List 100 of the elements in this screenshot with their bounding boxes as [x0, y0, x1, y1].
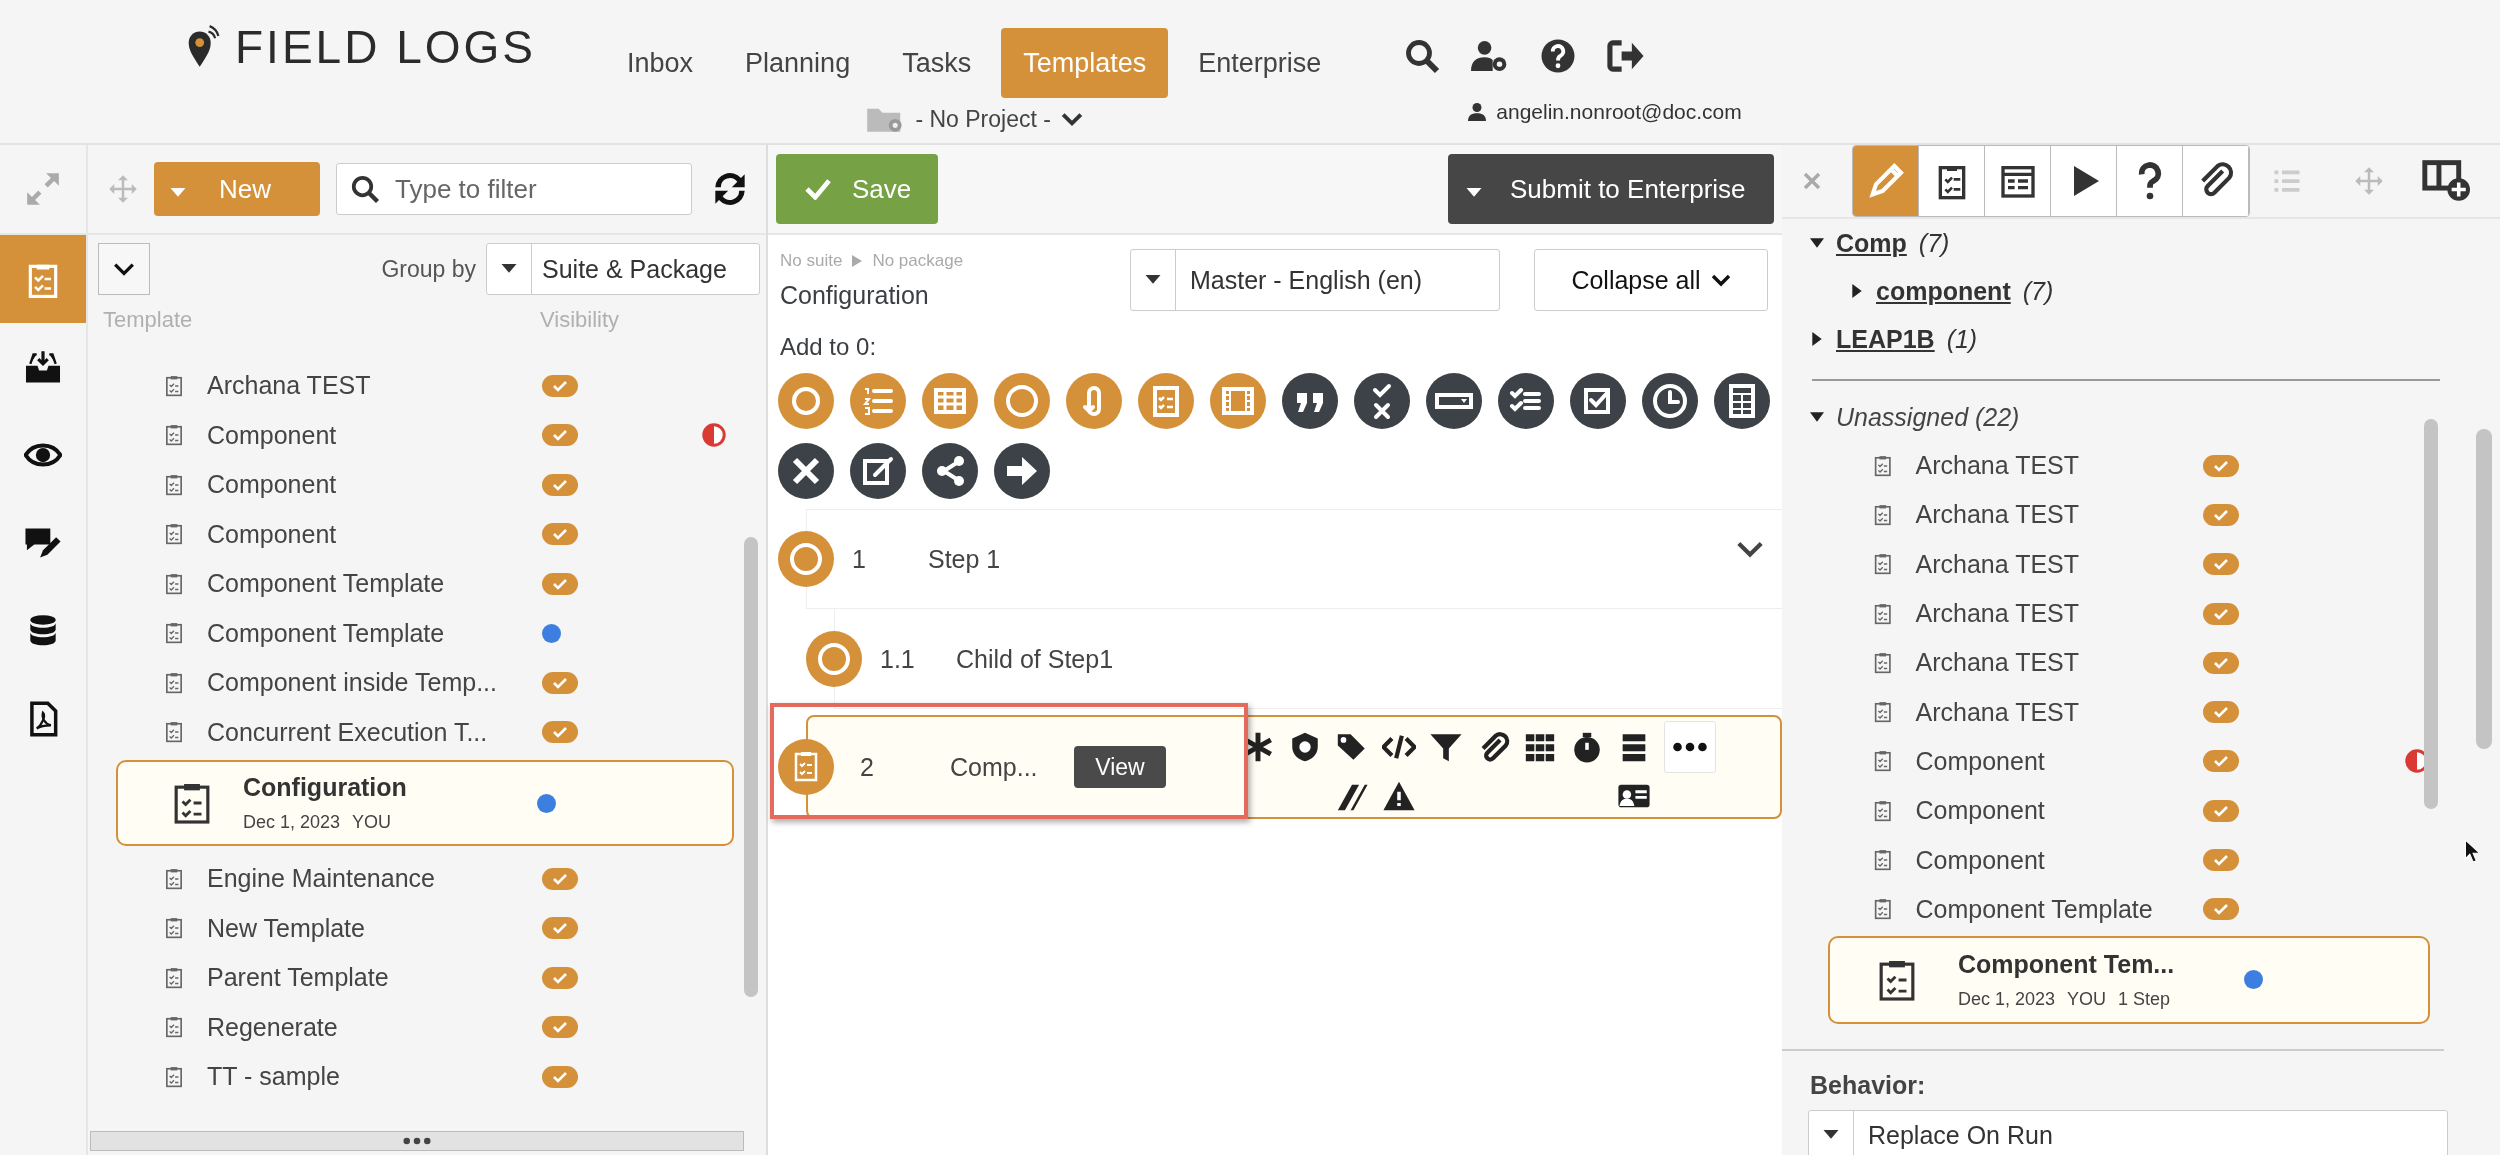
chevron-down-icon[interactable] [1736, 539, 1764, 559]
ring-icon[interactable] [994, 373, 1050, 429]
clock-icon[interactable] [1642, 373, 1698, 429]
collapse-all-button[interactable]: Collapse all [1534, 249, 1768, 311]
clipboard-icon [165, 1065, 183, 1088]
share-icon[interactable] [922, 443, 978, 499]
selected-template-card[interactable]: Configuration Dec 1, 2023 YOU [116, 760, 734, 846]
nav-tab[interactable]: Inbox [605, 28, 716, 98]
step-row[interactable]: 1.1 Child of Step1 [806, 609, 1782, 709]
group-link[interactable]: LEAP1B [1836, 324, 1935, 354]
group-by-select[interactable]: Suite & Package [486, 243, 760, 295]
template-row[interactable]: Component [88, 460, 748, 510]
group-count: (7) [1918, 228, 1950, 258]
table-icon[interactable] [922, 373, 978, 429]
project-selector[interactable]: - No Project - [859, 104, 1089, 134]
view-button[interactable]: View [1074, 746, 1166, 788]
step-number: 2 [860, 752, 875, 782]
scrollbar-thumb[interactable] [744, 537, 758, 997]
submit-button[interactable]: Submit to Enterprise [1448, 154, 1774, 224]
filter-field[interactable]: Type to filter [336, 163, 692, 215]
numbered-list-icon[interactable] [850, 373, 906, 429]
template-row[interactable]: Engine Maintenance [88, 854, 748, 904]
search-icon[interactable] [1403, 38, 1442, 74]
template-row[interactable]: Component [1782, 786, 2444, 836]
template-row[interactable]: New Template [88, 903, 748, 953]
checklist-tab[interactable] [1919, 146, 1985, 216]
caret-icon[interactable] [1810, 236, 1824, 250]
form-tab[interactable] [1985, 146, 2051, 216]
film-icon[interactable] [1210, 373, 1266, 429]
check-cross-icon[interactable] [1354, 373, 1410, 429]
collapse-toggle-button[interactable] [98, 243, 150, 295]
step-number: 1.1 [880, 644, 916, 674]
template-row[interactable]: Component Template [88, 608, 748, 658]
selected-template-card[interactable]: Component Tem... Dec 1, 2023 YOU 1 Step [1828, 935, 2430, 1024]
template-name: Archana TEST [207, 371, 372, 401]
add-column-icon[interactable] [2422, 159, 2470, 203]
nav-tab[interactable]: Tasks [880, 28, 994, 98]
template-row[interactable]: Component [88, 509, 748, 559]
caret-icon[interactable] [1850, 284, 1864, 298]
template-row[interactable]: Archana TEST [1782, 441, 2444, 491]
clipboard-icon [1874, 651, 1892, 674]
template-row[interactable]: Archana TEST [1782, 588, 2444, 639]
user-icon [1468, 103, 1487, 121]
clipboard-icon [165, 622, 183, 645]
template-row[interactable]: Component [1782, 835, 2444, 885]
caret-icon[interactable] [1810, 410, 1824, 424]
more-button[interactable] [1664, 721, 1716, 773]
caret-icon [501, 264, 517, 274]
run-tab[interactable] [2051, 146, 2117, 216]
template-row[interactable]: Component inside Temp... [88, 658, 748, 708]
group-link[interactable]: Comp [1836, 228, 1907, 258]
dropdown-icon[interactable] [1426, 373, 1482, 429]
group-link[interactable]: component [1876, 276, 2011, 306]
template-row[interactable]: Archana TEST [88, 361, 748, 411]
template-name: Component [207, 519, 338, 549]
language-select[interactable]: Master - English (en) [1130, 249, 1500, 311]
caret-icon[interactable] [1810, 332, 1824, 346]
behavior-select[interactable]: Replace On Run [1808, 1110, 2448, 1155]
clipboard-icon [1874, 602, 1892, 625]
resize-handle[interactable] [90, 1131, 744, 1151]
arrow-right-icon[interactable] [994, 443, 1050, 499]
ring-icon[interactable] [778, 373, 834, 429]
nav-tab[interactable]: Enterprise [1176, 28, 1344, 98]
nav-tab[interactable]: Planning [723, 28, 873, 98]
template-row[interactable]: Archana TEST [1782, 687, 2444, 737]
template-row[interactable]: Archana TEST [1782, 539, 2444, 589]
clipboard-icon[interactable] [1138, 373, 1194, 429]
chevron-down-icon [113, 261, 135, 277]
template-row[interactable]: Regenerate [88, 1002, 748, 1052]
help-tab[interactable] [2117, 146, 2183, 216]
attachments-tab[interactable] [2183, 146, 2249, 216]
calculator-icon[interactable] [1714, 373, 1770, 429]
clipboard-icon [778, 739, 834, 795]
sign-out-icon[interactable] [1607, 38, 1646, 74]
template-row[interactable]: Archana TEST [1782, 638, 2444, 688]
template-row[interactable]: Component Template [1782, 884, 2444, 934]
edit-icon[interactable] [850, 443, 906, 499]
column-header: Visibility [540, 307, 620, 333]
clipboard-icon [165, 523, 183, 546]
templates-rail-button[interactable] [0, 235, 86, 323]
template-row[interactable]: Component Template [88, 559, 748, 609]
template-row[interactable]: Component [88, 410, 748, 460]
search-icon [350, 174, 380, 204]
template-row[interactable]: Archana TEST [1782, 490, 2444, 540]
quote-icon[interactable] [1282, 373, 1338, 429]
template-name: Component Template [1915, 894, 2154, 924]
template-row[interactable]: Concurrent Execution T... [88, 707, 748, 757]
template-name: TT - sample [207, 1062, 341, 1092]
checklist-icon[interactable] [1498, 373, 1554, 429]
step-title: Child of Step1 [956, 644, 1114, 674]
clipboard-icon [165, 917, 183, 940]
scrollbar-thumb[interactable] [2424, 419, 2438, 809]
template-row[interactable]: TT - sample [88, 1052, 748, 1102]
template-row[interactable]: Parent Template [88, 953, 748, 1003]
scrollbar-thumb[interactable] [2476, 429, 2492, 749]
loop-icon[interactable] [1066, 373, 1122, 429]
step-row[interactable]: 1 Step 1 [778, 509, 1782, 609]
checkbox-icon[interactable] [1570, 373, 1626, 429]
chevron-down-icon [1060, 111, 1083, 127]
selected-step-row[interactable]: 2 Comp... View [778, 715, 1782, 819]
